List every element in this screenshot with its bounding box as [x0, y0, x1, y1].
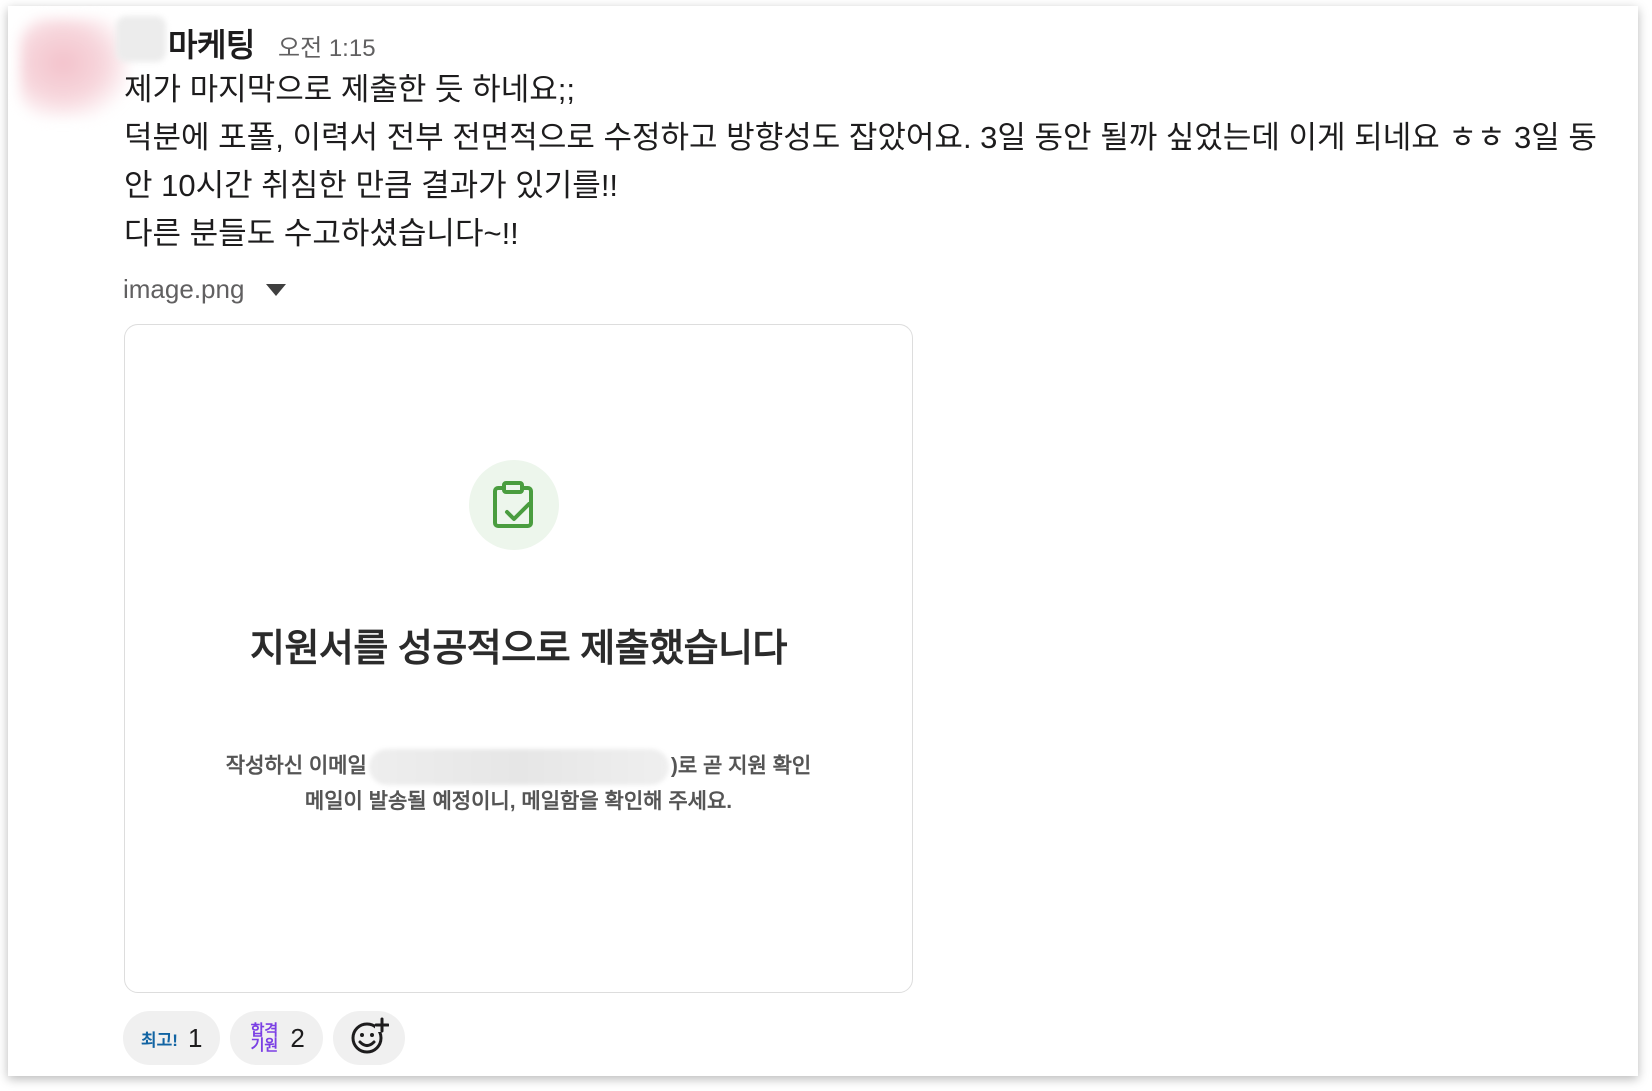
redacted-name: [116, 16, 166, 62]
best-emoji-icon: 최고!: [141, 1030, 178, 1050]
card-description: 작성하신 이메일 )로 곧 지원 확인: [125, 749, 912, 785]
message-author[interactable]: 마케팅: [168, 20, 255, 66]
card-description-line2: 메일이 발송될 예정이니, 메일함을 확인해 주세요.: [304, 790, 733, 813]
pass-wish-emoji-icon: 합격 기원: [248, 1023, 280, 1053]
reaction-count: 1: [187, 1022, 203, 1053]
message-line: 다른 분들도 수고하셨습니다~!!: [124, 216, 519, 251]
reactions-bar: 최고! 1 합격 기원 2: [123, 1011, 405, 1065]
reaction-best[interactable]: 최고! 1: [123, 1011, 221, 1065]
add-reaction-button[interactable]: [332, 1011, 405, 1065]
message-line: 덕분에 포폴, 이력서 전부 전면적으로 수정하고 방향성도 잡았어요. 3일 …: [124, 120, 1597, 203]
pass-wish-emoji-line2: 기원: [250, 1037, 279, 1054]
message-line: 제가 마지막으로 제출한 듯 하네요;;: [124, 72, 575, 107]
message-timestamp[interactable]: 오전 1:15: [278, 28, 376, 63]
avatar[interactable]: [20, 18, 128, 118]
attachment-filename[interactable]: image.png: [123, 274, 244, 305]
reaction-pass[interactable]: 합격 기원 2: [230, 1011, 323, 1065]
add-reaction-icon: [349, 1016, 390, 1061]
message-container: 마케팅 오전 1:15 제가 마지막으로 제출한 듯 하네요;; 덕분에 포폴,…: [8, 6, 1638, 1076]
caret-down-icon[interactable]: [266, 283, 287, 296]
card-line1-suffix: )로 곧 지원 확인: [670, 754, 812, 778]
redacted-email: [368, 749, 669, 785]
card-title: 지원서를 성공적으로 제출했습니다: [249, 628, 788, 670]
message-body: 제가 마지막으로 제출한 듯 하네요;; 덕분에 포폴, 이력서 전부 전면적으…: [124, 66, 1624, 258]
attachment-image[interactable]: 지원서를 성공적으로 제출했습니다 작성하신 이메일 )로 곧 지원 확인 메일이…: [124, 324, 913, 993]
attachment-header[interactable]: image.png: [123, 274, 287, 305]
clipboard-check-icon: [469, 460, 559, 550]
card-line1-prefix: 작성하신 이메일: [225, 754, 367, 778]
reaction-count: 2: [290, 1022, 305, 1053]
